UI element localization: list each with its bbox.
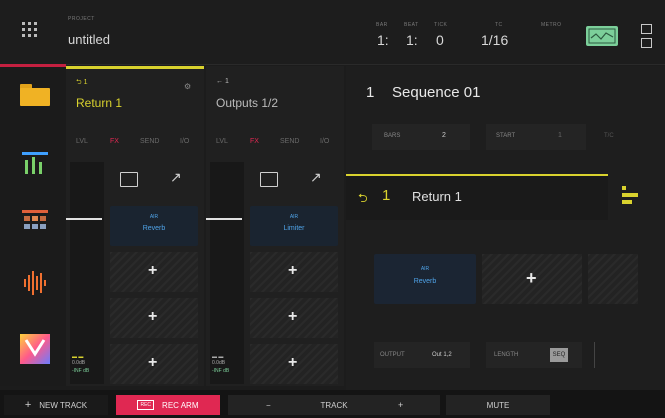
fx-slot-2[interactable]: + — [250, 252, 338, 292]
add-icon: + — [148, 262, 158, 279]
tab-lvl[interactable]: LVL — [216, 138, 228, 145]
new-track-button[interactable]: + NEW TRACK — [4, 395, 108, 415]
add-icon: + — [148, 354, 158, 371]
track-strip-1: ⮌ 1 Return 1 ⚙ LVL FX SEND I/O ▬ ▬ 0.0dB… — [66, 66, 204, 386]
track-name[interactable]: Outputs 1/2 — [216, 96, 278, 110]
project-label: PROJECT — [68, 16, 95, 22]
tab-fx[interactable]: FX — [110, 138, 119, 145]
track-next-icon: + — [398, 400, 404, 410]
image-icon[interactable] — [260, 172, 278, 187]
mixer-icon[interactable] — [22, 152, 48, 174]
waveform-view-button[interactable] — [586, 26, 618, 46]
sequence-name[interactable]: Sequence 01 — [392, 84, 480, 101]
fader-handle[interactable] — [206, 218, 242, 220]
tab-lvl[interactable]: LVL — [76, 138, 88, 145]
extra-field[interactable] — [594, 342, 639, 368]
layout-icon-bottom[interactable] — [641, 38, 652, 48]
meter-db: 0.0dB — [72, 360, 86, 366]
grid-icon[interactable] — [22, 210, 48, 232]
fx-slot-4[interactable]: + — [110, 344, 198, 384]
tc-label: TC — [495, 22, 503, 28]
track-prev-icon: − — [266, 400, 271, 410]
bar-value[interactable]: 1: — [377, 32, 389, 48]
level-meter[interactable] — [210, 162, 244, 384]
waveform-edit-icon[interactable] — [22, 270, 48, 296]
fx-slot-name: Limiter — [283, 225, 305, 232]
fx-slot-3[interactable]: + — [250, 298, 338, 338]
plugin-icon[interactable] — [20, 334, 50, 364]
tab-io[interactable]: I/O — [180, 138, 189, 145]
meter-inf: -INF dB — [72, 368, 90, 374]
plus-icon: + — [24, 399, 32, 411]
selected-track-header[interactable]: ⮌ 1 Return 1 — [346, 174, 608, 220]
fx-slot-add-2[interactable] — [588, 254, 638, 304]
bottom-bar: + NEW TRACK REC REC ARM − TRACK + MUTE — [0, 390, 665, 418]
rail-accent — [0, 64, 66, 67]
left-rail — [0, 64, 66, 386]
track-strip-2: ← 1 Outputs 1/2 LVL FX SEND I/O ▬ ▬ 0.0d… — [206, 66, 344, 386]
tc-value[interactable]: 1/16 — [481, 32, 508, 48]
output-field[interactable]: OUTPUT Out 1,2 — [374, 342, 470, 368]
external-link-icon[interactable]: ↗ — [170, 169, 182, 186]
add-icon: + — [288, 354, 298, 371]
add-icon: + — [148, 308, 158, 325]
fx-slot-1[interactable]: AIR Reverb — [110, 206, 198, 246]
tick-label: TICK — [434, 22, 448, 28]
gear-icon[interactable]: ⚙ — [184, 82, 191, 91]
fx-slot-4[interactable]: + — [250, 344, 338, 384]
menu-grid-icon[interactable] — [22, 22, 42, 42]
start-field[interactable]: START 1 — [486, 124, 586, 150]
return-icon: ⮌ — [358, 191, 368, 205]
track-color-bar — [66, 66, 204, 69]
bars-field[interactable]: BARS 2 — [372, 124, 470, 150]
tc-field-label[interactable]: T/C — [604, 133, 614, 139]
top-bar: PROJECT untitled BAR BEAT TICK 1: 1: 0 T… — [0, 0, 665, 65]
length-field[interactable]: LENGTH SEQ — [486, 342, 582, 368]
image-icon[interactable] — [120, 172, 138, 187]
beat-label: BEAT — [404, 22, 419, 28]
tab-send[interactable]: SEND — [140, 138, 159, 145]
track-name[interactable]: Return 1 — [76, 96, 122, 110]
add-icon: + — [526, 268, 537, 288]
track-number: ⮌ 1 — [76, 79, 88, 86]
track-number: ← 1 — [216, 78, 229, 85]
fx-slot-3[interactable]: + — [110, 298, 198, 338]
fx-slot-add[interactable]: + — [482, 254, 582, 304]
meter-inf: -INF dB — [212, 368, 230, 374]
fader-handle[interactable] — [66, 218, 102, 220]
fx-slot-name: Reverb — [142, 225, 166, 232]
tick-value[interactable]: 0 — [436, 32, 444, 48]
meter-db: 0.0dB — [212, 360, 226, 366]
mute-button[interactable]: MUTE — [446, 395, 550, 415]
add-icon: + — [288, 262, 298, 279]
right-panel: 1 Sequence 01 BARS 2 START 1 T/C ⮌ 1 Ret… — [346, 66, 665, 390]
external-link-icon[interactable]: ↗ — [310, 169, 322, 186]
fx-slot-selected[interactable]: AIR Reverb — [374, 254, 476, 304]
metro-label: METRO — [541, 22, 562, 28]
waveform-icon — [588, 28, 616, 44]
rec-arm-button[interactable]: REC REC ARM — [116, 395, 220, 415]
add-icon: + — [288, 308, 298, 325]
bar-label: BAR — [376, 22, 388, 28]
level-meter[interactable] — [70, 162, 104, 384]
project-name[interactable]: untitled — [68, 32, 110, 47]
fx-slot-1[interactable]: AIR Limiter — [250, 206, 338, 246]
rec-badge: REC — [137, 400, 155, 410]
tab-send[interactable]: SEND — [280, 138, 299, 145]
fx-slot-2[interactable]: + — [110, 252, 198, 292]
layout-icon-top[interactable] — [641, 24, 652, 34]
list-view-icon[interactable] — [622, 186, 638, 204]
track-selector[interactable]: − TRACK + — [228, 395, 440, 415]
folder-icon[interactable] — [20, 84, 50, 106]
sequence-number: 1 — [366, 84, 375, 101]
tab-fx[interactable]: FX — [250, 138, 259, 145]
beat-value[interactable]: 1: — [406, 32, 418, 48]
tab-io[interactable]: I/O — [320, 138, 329, 145]
